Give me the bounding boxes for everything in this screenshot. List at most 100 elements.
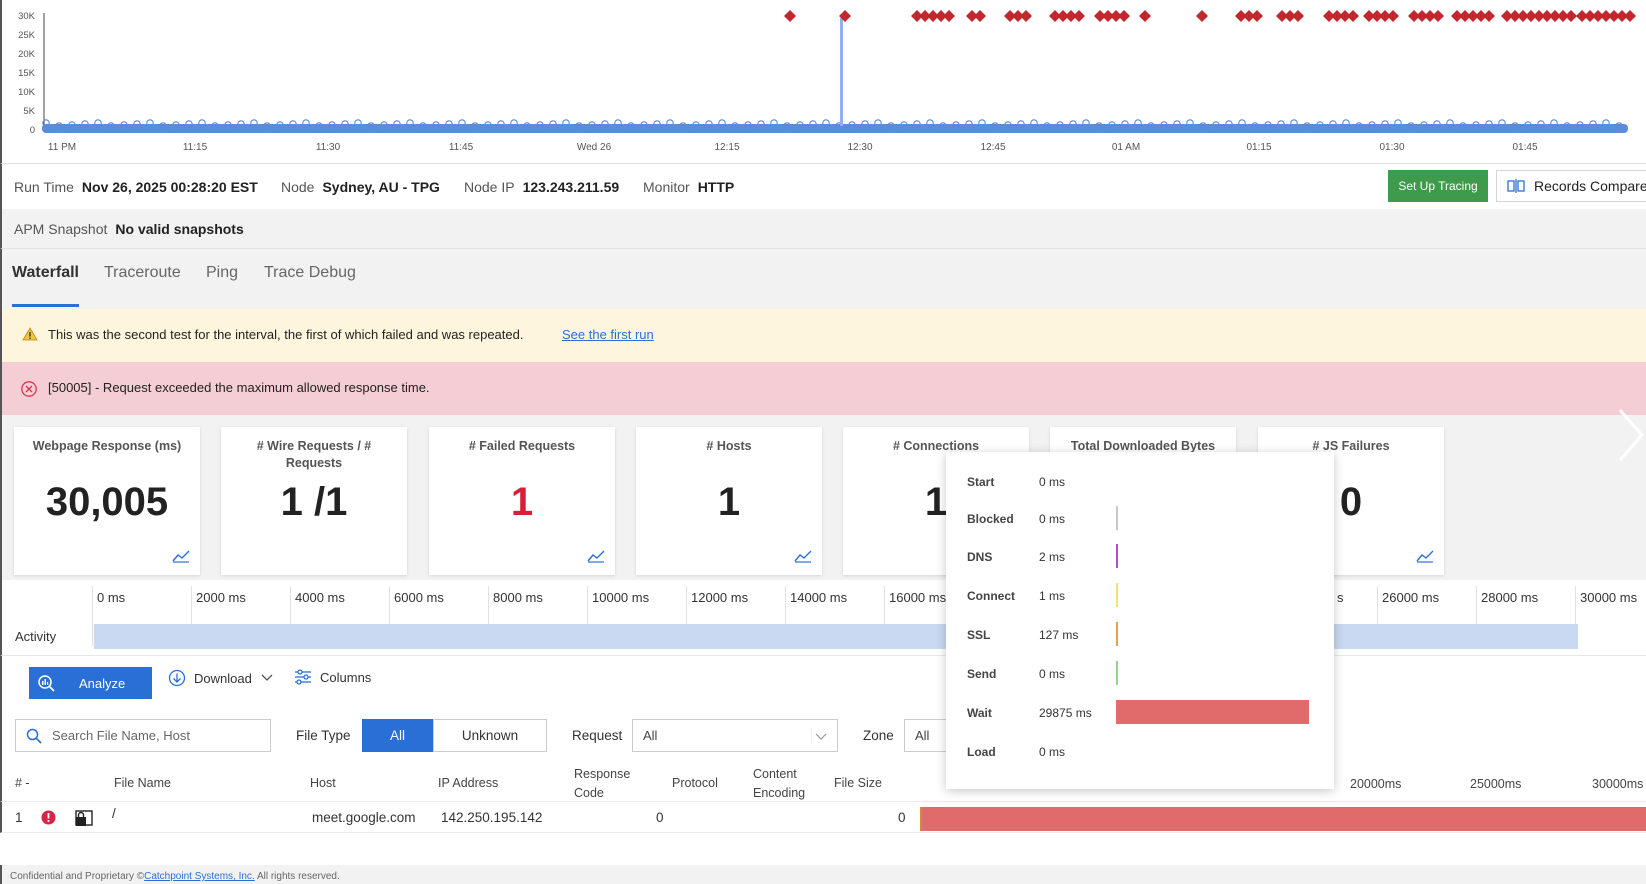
timing-marker: [1116, 583, 1118, 607]
activity-bar: [94, 624, 1578, 649]
header-ip-address[interactable]: IP Address: [438, 774, 498, 793]
run-time-label: Run Time: [14, 179, 74, 195]
timing-marker: [1116, 622, 1118, 646]
header-time-30000: 30000ms: [1592, 777, 1644, 791]
x-tick-label: 11:45: [449, 142, 474, 153]
failure-marker[interactable]: [1292, 10, 1304, 22]
timing-marker: [1116, 506, 1118, 530]
copyright-text: Confidential and Proprietary ©Catchpoint…: [10, 871, 340, 882]
activity-timeline: 0 ms 2000 ms 4000 ms 6000 ms 8000 ms 10000 ms…: [0, 580, 1646, 655]
failure-marker[interactable]: [1483, 10, 1495, 22]
search-input[interactable]: [52, 728, 252, 743]
failure-marker[interactable]: [1565, 10, 1577, 22]
run-time: Run Time Nov 26, 2025 00:28:20 EST: [14, 179, 258, 195]
timeline-tick-label: 4000 ms: [295, 590, 345, 605]
download-button[interactable]: Download: [168, 669, 274, 687]
apm-snapshot-bar: APM Snapshot No valid snapshots: [0, 209, 1646, 249]
node-value: Sydney, AU - TPG: [322, 179, 440, 195]
result-tabs: Waterfall Traceroute Ping Trace Debug: [0, 249, 1646, 309]
header-file-size[interactable]: File Size: [834, 774, 882, 793]
failure-marker[interactable]: [1020, 10, 1032, 22]
timeline-tick-label: 28000 ms: [1481, 590, 1539, 605]
timing-value: 0 ms: [1039, 512, 1066, 526]
header-time-20000: 20000ms: [1350, 777, 1402, 791]
header-file-name[interactable]: File Name: [114, 774, 171, 793]
header-protocol[interactable]: Protocol: [672, 774, 718, 793]
timeline-tick-label: 14000 ms: [790, 590, 848, 605]
chevron-right-icon[interactable]: [1610, 400, 1646, 470]
timeline-tick-label: 10000 ms: [592, 590, 650, 605]
trend-chart-icon[interactable]: [1416, 549, 1434, 563]
failure-marker[interactable]: [974, 10, 986, 22]
analyze-label: Analyze: [79, 675, 126, 691]
timing-breakdown-tooltip: Start 0 ms Blocked 0 ms DNS 2 ms Connect…: [946, 452, 1334, 789]
search-icon: [26, 728, 42, 744]
trend-chart-icon[interactable]: [794, 549, 812, 563]
failure-marker[interactable]: [1387, 10, 1399, 22]
header-content-encoding[interactable]: Content Encoding: [753, 765, 805, 803]
file-type-unknown-button[interactable]: Unknown: [433, 719, 547, 752]
x-tick-label: Wed 26: [577, 142, 612, 153]
failure-marker[interactable]: [1251, 10, 1263, 22]
set-up-tracing-button[interactable]: Set Up Tracing: [1388, 170, 1488, 202]
tab-ping[interactable]: Ping: [206, 264, 238, 282]
timing-row-ssl: SSL 127 ms: [946, 622, 1334, 646]
header-response-code[interactable]: Response Code: [574, 765, 630, 803]
card-title: # Failed Requests: [468, 439, 576, 453]
table-header: # - File Name Host IP Address Response Co…: [0, 765, 1646, 801]
analyze-icon: [38, 675, 55, 692]
file-type-all-button[interactable]: All: [362, 719, 433, 752]
row-waterfall-bar[interactable]: [920, 807, 1646, 831]
analyze-button[interactable]: Analyze: [29, 667, 152, 699]
failure-marker[interactable]: [1118, 10, 1130, 22]
timeline-tick-label: 6000 ms: [394, 590, 444, 605]
timeline-tick-label: 2000 ms: [196, 590, 246, 605]
failure-marker[interactable]: [1139, 10, 1151, 22]
timeline-tick-label: 26000 ms: [1382, 590, 1440, 605]
timing-label: Wait: [967, 706, 992, 720]
y-tick-label: 15K: [18, 68, 36, 79]
request-select[interactable]: All: [632, 719, 838, 752]
request-label: Request: [572, 728, 623, 743]
records-compare-button[interactable]: Records Compare: [1496, 170, 1646, 202]
timing-row-send: Send 0 ms: [946, 661, 1334, 685]
sliders-icon: [295, 669, 311, 685]
row-file-name[interactable]: /: [112, 806, 116, 821]
header-content-encoding-line1: Content: [753, 767, 797, 781]
tab-traceroute[interactable]: Traceroute: [104, 264, 181, 282]
table-row[interactable]: 1 / meet.google.com 142.250.195.142 0 0: [0, 801, 1646, 833]
header-number[interactable]: # -: [15, 774, 30, 793]
timeline-tick-label: 12000 ms: [691, 590, 749, 605]
timing-row-dns: DNS 2 ms: [946, 544, 1334, 568]
timeline-tick-label: 0 ms: [97, 590, 126, 605]
timing-label: Send: [967, 667, 997, 681]
failure-marker[interactable]: [1347, 10, 1359, 22]
failure-marker[interactable]: [1073, 10, 1085, 22]
row-file-size: 0: [898, 810, 906, 825]
columns-label: Columns: [320, 669, 372, 685]
failure-marker[interactable]: [943, 10, 955, 22]
tab-waterfall[interactable]: Waterfall: [12, 264, 79, 282]
card-value: 30,005: [45, 480, 169, 524]
tab-trace-debug[interactable]: Trace Debug: [264, 264, 356, 282]
trend-chart-icon[interactable]: [172, 549, 190, 563]
see-first-run-link[interactable]: See the first run: [562, 327, 654, 342]
row-ip-address: 142.250.195.142: [441, 810, 543, 825]
timing-bar: [1116, 700, 1309, 724]
failure-marker[interactable]: [1196, 10, 1208, 22]
company-link[interactable]: Catchpoint Systems, Inc.: [144, 871, 255, 882]
timing-value: 127 ms: [1039, 628, 1079, 642]
card-failed-requests: # Failed Requests 1: [429, 427, 615, 575]
timing-value: 0 ms: [1039, 475, 1066, 489]
timing-label: Load: [967, 745, 996, 759]
trend-chart-icon[interactable]: [587, 549, 605, 563]
header-host[interactable]: Host: [310, 774, 336, 793]
failure-marker[interactable]: [1624, 10, 1636, 22]
failure-marker[interactable]: [784, 10, 796, 22]
x-tick-label: 01:15: [1246, 142, 1271, 153]
x-tick-label: 12:45: [980, 142, 1005, 153]
failure-marker[interactable]: [1432, 10, 1444, 22]
footer: Confidential and Proprietary ©Catchpoint…: [0, 865, 1646, 884]
timing-value: 2 ms: [1039, 550, 1066, 564]
columns-button[interactable]: Columns: [294, 669, 371, 685]
